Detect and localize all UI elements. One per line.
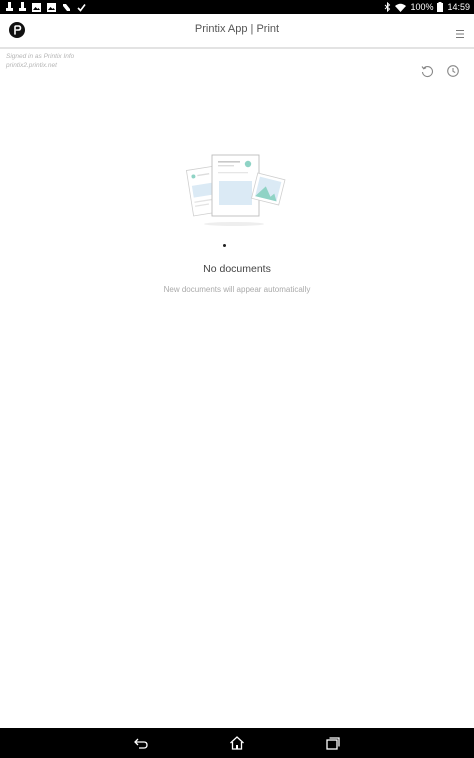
recents-icon[interactable] <box>325 735 341 751</box>
signed-in-label: Signed in as Printix Info <box>6 53 75 60</box>
image-icon <box>47 2 56 12</box>
empty-state-title: No documents <box>203 263 271 275</box>
bluetooth-icon <box>384 2 391 12</box>
account-info: Signed in as Printix Info printix2.print… <box>6 52 74 70</box>
clock: 14:59 <box>447 2 470 12</box>
n-app-icon <box>62 3 71 12</box>
refresh-icon[interactable] <box>420 64 434 78</box>
back-icon[interactable] <box>133 735 149 751</box>
screen: 100% 14:59 Printix App | Print Signed in… <box>0 0 474 758</box>
page-title: Printix App | Print <box>194 23 280 35</box>
status-right: 100% 14:59 <box>384 0 470 14</box>
navigation-bar <box>0 728 474 758</box>
battery-percent: 100% <box>410 2 434 12</box>
status-bar: 100% 14:59 <box>0 0 474 14</box>
check-icon <box>77 3 86 12</box>
notification-icon <box>6 2 13 12</box>
battery-icon <box>437 2 444 12</box>
wifi-icon <box>395 3 407 12</box>
account-domain: printix2.printix.net <box>6 62 57 69</box>
status-left <box>6 2 86 12</box>
notification-icon <box>19 2 26 12</box>
history-icon[interactable] <box>446 64 460 78</box>
loading-indicator <box>223 244 226 247</box>
image-icon <box>32 2 41 12</box>
empty-documents-illustration <box>184 152 290 232</box>
menu-icon[interactable] <box>454 26 466 38</box>
app-header: Printix App | Print <box>0 14 474 49</box>
empty-state-subtitle: New documents will appear automatically <box>163 285 311 294</box>
home-icon[interactable] <box>229 735 245 751</box>
